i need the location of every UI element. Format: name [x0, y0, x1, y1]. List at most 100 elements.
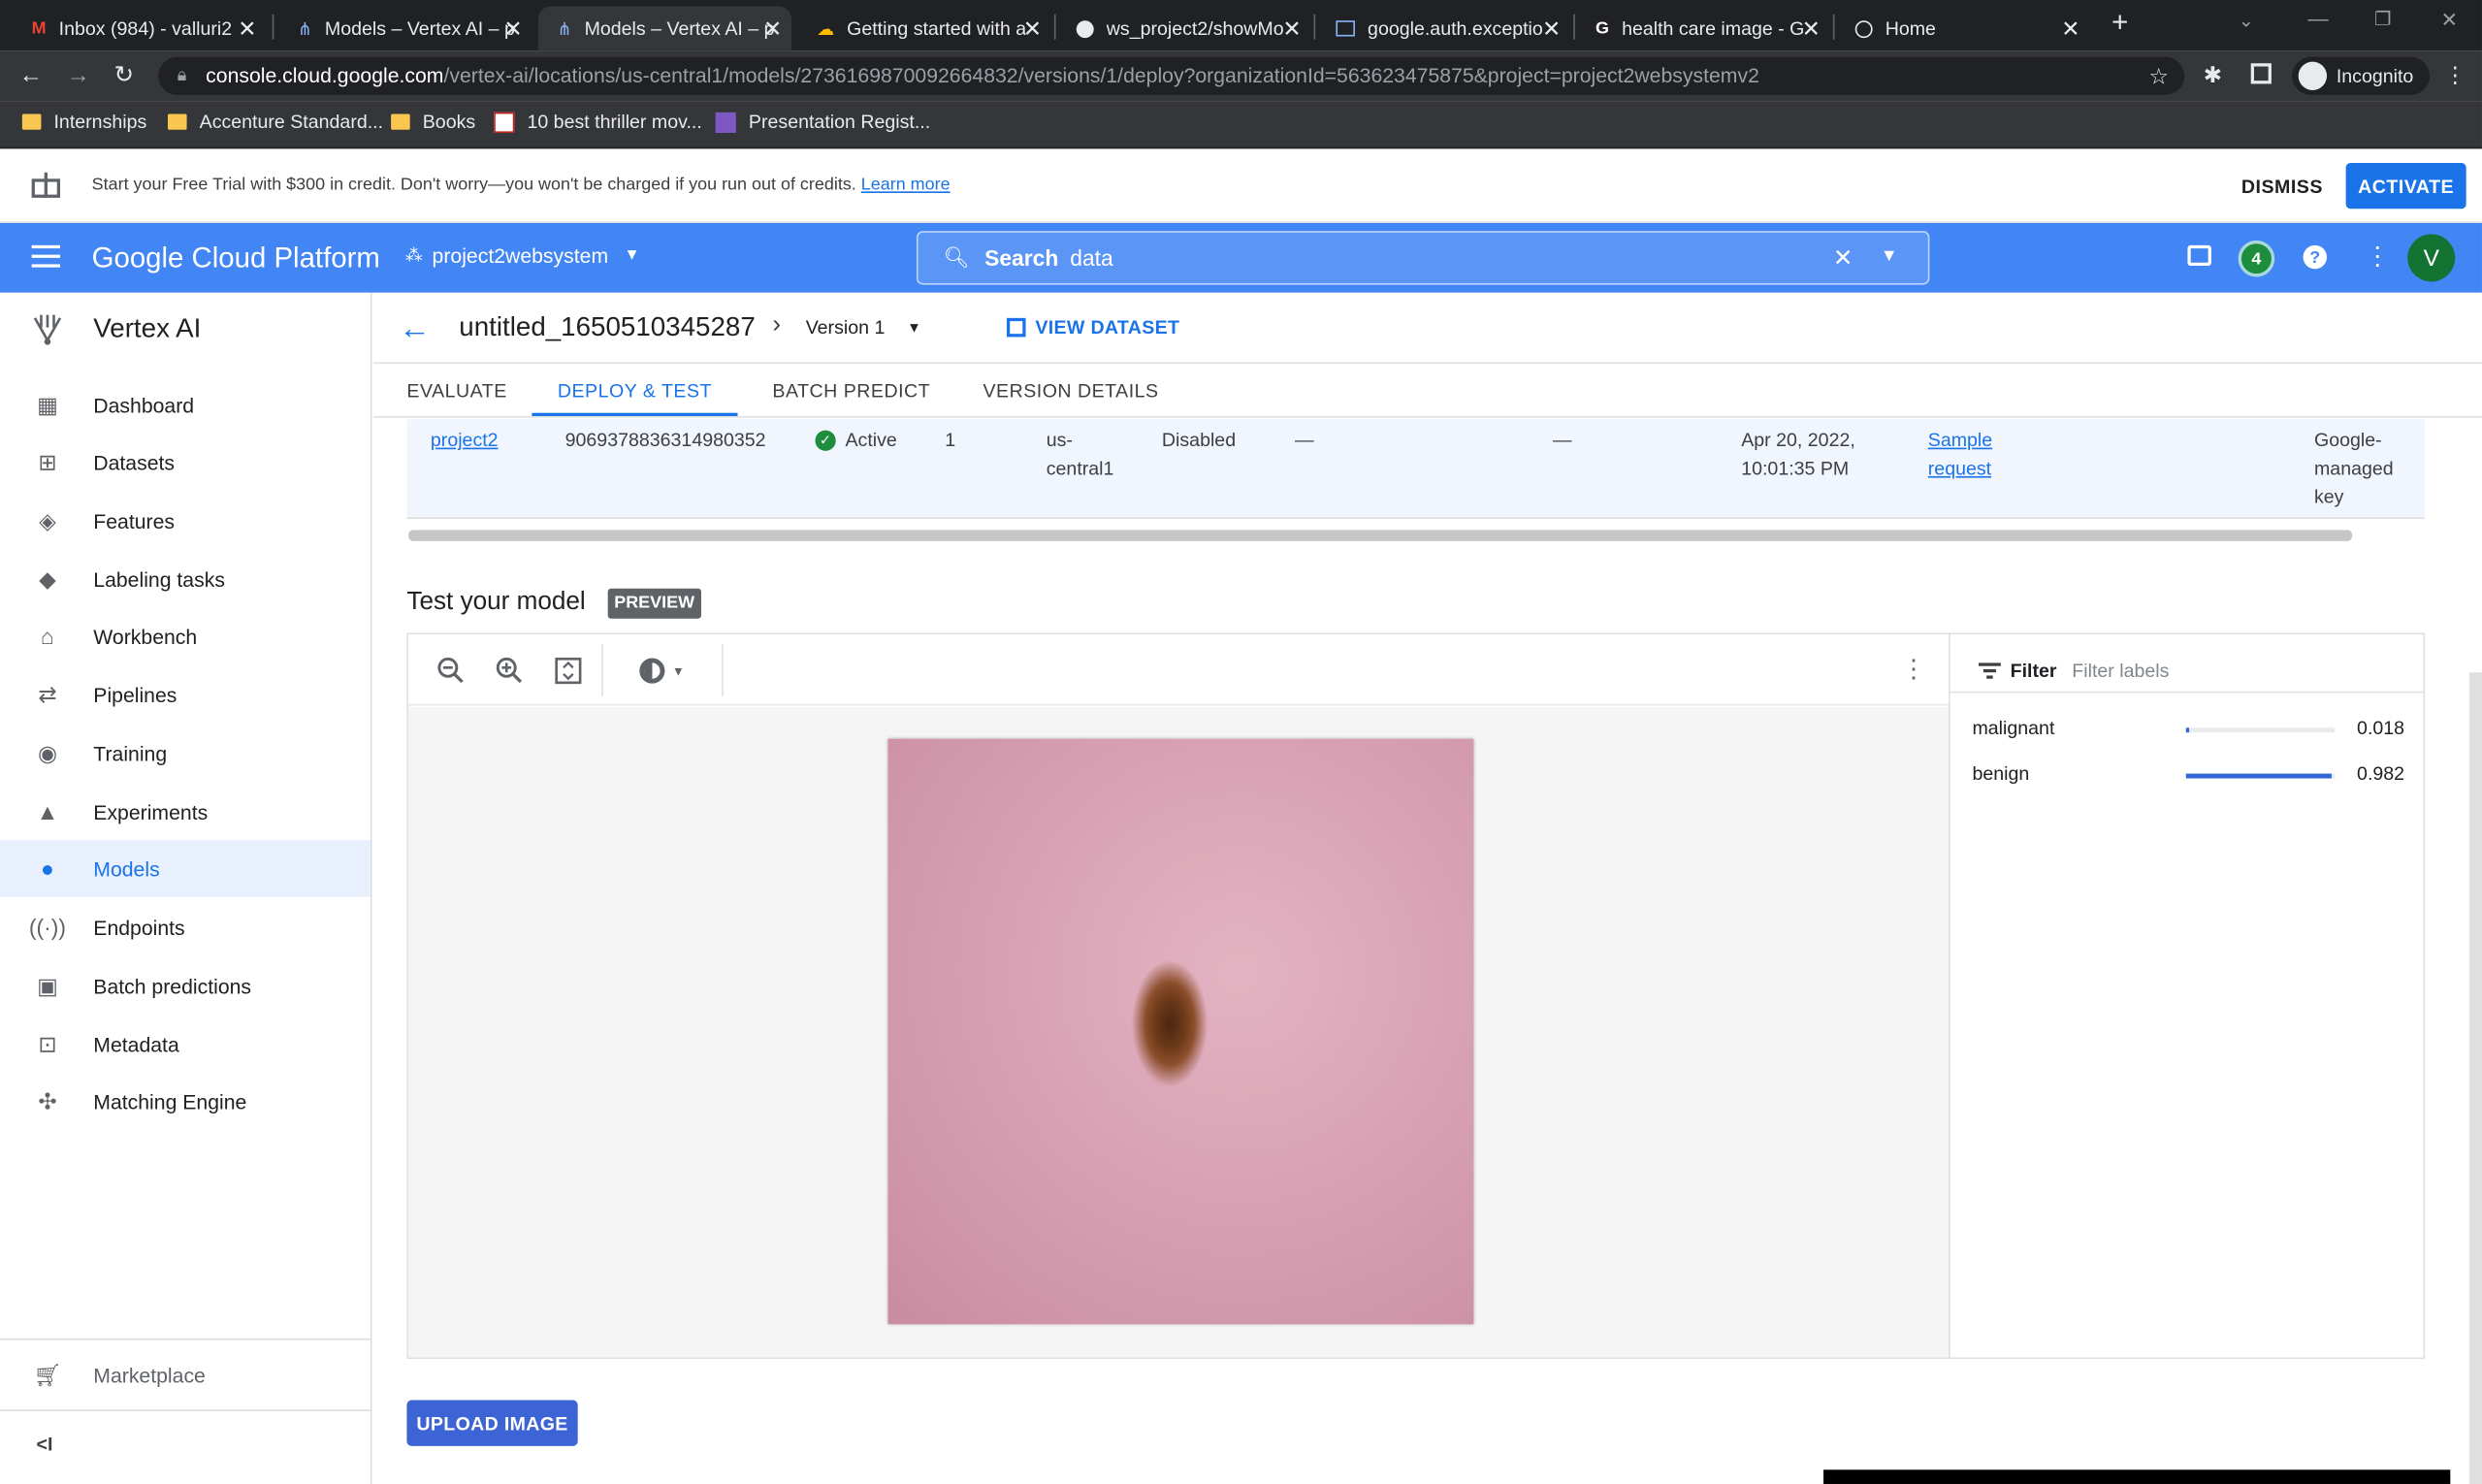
close-tab-icon[interactable]: ✕	[1023, 16, 1042, 43]
sidebar-item-workbench[interactable]: ⌂ Workbench	[0, 607, 371, 664]
sidebar-item-pipelines[interactable]: ⇄ Pipelines	[0, 666, 371, 724]
sidebar-item-dashboard[interactable]: ▦ Dashboard	[0, 376, 371, 434]
more-options-icon[interactable]: ⋮	[2365, 241, 2390, 273]
bookmark-star-icon[interactable]: ☆	[2148, 57, 2169, 95]
zoom-out-icon[interactable]	[435, 655, 467, 687]
divider	[1950, 691, 2424, 694]
bookmark-item[interactable]: Accenture Standard...	[167, 111, 383, 133]
close-tab-icon[interactable]: ✕	[1282, 16, 1301, 43]
address-bar[interactable]: 🔒︎ console.cloud.google.com/vertex-ai/lo…	[158, 56, 2185, 95]
sidebar-item-datasets[interactable]: ⊞ Datasets	[0, 434, 371, 491]
close-window-icon[interactable]: ✕	[2441, 8, 2459, 33]
product-name[interactable]: Google Cloud Platform	[92, 242, 380, 275]
search-label: Search	[984, 244, 1059, 271]
browser-tab[interactable]: ⋔ Models – Vertex AI – p ✕	[278, 7, 532, 51]
project-name: project2websystem	[432, 243, 609, 268]
cart-icon: 🛒︎	[33, 1361, 62, 1387]
side-panel-icon[interactable]	[2250, 63, 2272, 84]
close-tab-icon[interactable]: ✕	[1542, 16, 1561, 43]
close-tab-icon[interactable]: ✕	[503, 16, 522, 43]
project-selector[interactable]: ⁂ project2websystem ▼	[405, 243, 640, 267]
sidebar-item-experiments[interactable]: ▲ Experiments	[0, 783, 371, 840]
fit-to-screen-icon[interactable]	[553, 655, 585, 687]
tab-version-details[interactable]: VERSION DETAILS	[983, 369, 1158, 416]
expand-search-icon[interactable]: ▼	[1881, 246, 1898, 266]
close-tab-icon[interactable]: ✕	[238, 16, 256, 43]
browser-menu-icon[interactable]: ⋮	[2444, 62, 2466, 89]
search-bar[interactable]: 🔍︎ Search data ✕ ▼	[916, 231, 1930, 285]
browser-tab[interactable]: google.auth.exceptio ✕	[1317, 7, 1570, 51]
collapse-nav-icon[interactable]: <I	[37, 1434, 53, 1456]
zoom-in-icon[interactable]	[494, 655, 526, 687]
brightness-menu[interactable]: ▼	[630, 654, 693, 689]
browser-tab-active[interactable]: ⋔ Models – Vertex AI – p ✕	[537, 6, 791, 51]
avatar[interactable]: V	[2407, 234, 2456, 282]
close-tab-icon[interactable]: ✕	[2061, 16, 2079, 43]
sidebar-item-metadata[interactable]: ⊡ Metadata	[0, 1016, 371, 1073]
more-vert-icon[interactable]: ⋮	[1901, 654, 1926, 686]
learn-more-link[interactable]: Learn more	[861, 176, 951, 195]
sidebar-item-label: Dashboard	[93, 393, 195, 417]
reload-icon[interactable]: ↻	[114, 60, 135, 89]
close-tab-icon[interactable]: ✕	[763, 16, 782, 43]
hamburger-menu-icon[interactable]	[31, 244, 61, 268]
forward-icon[interactable]: →	[67, 62, 90, 89]
sidebar-item-features[interactable]: ◈ Features	[0, 492, 371, 549]
tab-deploy-test[interactable]: DEPLOY & TEST	[532, 369, 738, 416]
sidebar-item-endpoints[interactable]: ((·)) Endpoints	[0, 898, 371, 955]
activate-button[interactable]: ACTIVATE	[2345, 163, 2466, 210]
filter-labels-input[interactable]: Filter labels	[2072, 660, 2169, 682]
bookmark-item[interactable]: Presentation Regist...	[715, 111, 930, 133]
sidebar-item-label: Workbench	[93, 624, 198, 648]
upload-image-button[interactable]: UPLOAD IMAGE	[406, 1400, 578, 1446]
bookmark-item[interactable]: Books	[391, 111, 475, 133]
version-selector[interactable]: Version 1 ▼	[806, 316, 921, 339]
browser-tab[interactable]: ☁ Getting started with a ✕	[798, 7, 1051, 51]
sidebar-item-labeling-tasks[interactable]: ◆ Labeling tasks	[0, 551, 371, 608]
browser-tab[interactable]: G health care image - G ✕	[1576, 7, 1829, 51]
tab-batch-predict[interactable]: BATCH PREDICT	[772, 369, 930, 416]
browser-tab[interactable]: Home ✕	[1836, 7, 2089, 51]
sidebar-item-models[interactable]: ● Models	[0, 840, 371, 897]
tab-search-icon[interactable]: ⌄	[2239, 10, 2254, 32]
sidebar-item-matching-engine[interactable]: ✣ Matching Engine	[0, 1073, 371, 1130]
sample-request-link[interactable]: Sample request	[1928, 426, 2008, 483]
image-canvas	[408, 707, 1949, 1358]
clear-search-icon[interactable]: ✕	[1833, 243, 1853, 273]
sidebar-item-marketplace[interactable]: 🛒︎ Marketplace	[0, 1346, 371, 1403]
folder-icon	[167, 113, 187, 130]
restore-icon[interactable]: ❐	[2374, 8, 2392, 30]
back-icon[interactable]: ←	[19, 62, 43, 89]
view-dataset-button[interactable]: VIEW DATASET	[1006, 316, 1180, 339]
browser-tab[interactable]: M Inbox (984) - valluri2 ✕	[13, 7, 266, 51]
cloud-shell-icon[interactable]	[2187, 244, 2211, 267]
bookmark-item[interactable]: Internships	[21, 111, 146, 133]
sidebar-item-label: Datasets	[93, 450, 176, 474]
endpoint-name-link[interactable]: project2	[431, 426, 499, 454]
browser-tab[interactable]: ws_project2/showMo ✕	[1057, 7, 1310, 51]
help-icon[interactable]: ?	[2303, 244, 2328, 270]
back-arrow-icon[interactable]: ←	[399, 311, 431, 348]
incognito-indicator[interactable]: Incognito	[2292, 56, 2430, 95]
sidebar-item-label: Metadata	[93, 1032, 179, 1056]
vertical-scrollbar[interactable]	[2468, 672, 2482, 1484]
filter-button[interactable]: Filter	[1979, 650, 2057, 690]
label-icon: ◆	[39, 565, 56, 592]
notifications-badge[interactable]: 4	[2238, 240, 2275, 277]
dismiss-button[interactable]: DISMISS	[2241, 176, 2323, 198]
horizontal-scrollbar[interactable]	[408, 530, 2353, 541]
sidebar-item-training[interactable]: ◉ Training	[0, 725, 371, 782]
close-tab-icon[interactable]: ✕	[1802, 16, 1821, 43]
view-dataset-label: VIEW DATASET	[1035, 316, 1180, 339]
prediction-score: 0.982	[2357, 762, 2405, 786]
section-title: Test your model	[406, 588, 586, 616]
sidebar-item-batch-predictions[interactable]: ▣ Batch predictions	[0, 957, 371, 1015]
dashboard-icon: ▦	[37, 391, 58, 417]
tab-evaluate[interactable]: EVALUATE	[406, 369, 506, 416]
extensions-icon[interactable]: ✱	[2204, 62, 2222, 89]
new-tab-icon[interactable]: +	[2111, 7, 2128, 40]
bookmark-item[interactable]: 10 best thriller mov...	[494, 111, 702, 133]
bookmark-label: Books	[422, 111, 476, 134]
search-input[interactable]: data	[1070, 245, 1112, 271]
minimize-icon[interactable]: —	[2307, 7, 2328, 30]
